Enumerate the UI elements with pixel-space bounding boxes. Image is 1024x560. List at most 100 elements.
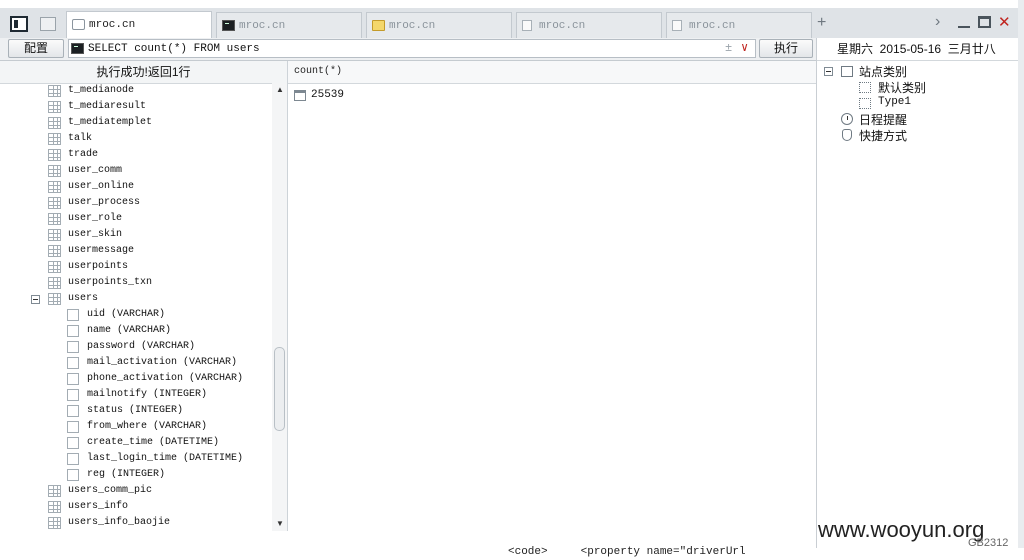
table-item[interactable]: user_online	[0, 179, 272, 195]
table-item[interactable]: user_process	[0, 195, 272, 211]
app-window: mroc.cn mroc.cn mroc.cn mroc.cn mroc.cn …	[0, 0, 1020, 550]
document-icon	[522, 20, 532, 31]
table-icon	[48, 85, 61, 97]
column-item[interactable]: from_where (VARCHAR)	[0, 419, 272, 435]
tab-4[interactable]: mroc.cn	[516, 12, 662, 38]
table-item[interactable]: user_role	[0, 211, 272, 227]
maximize-button[interactable]	[978, 16, 991, 28]
table-item[interactable]: trade	[0, 147, 272, 163]
shortcuts-node[interactable]: 快捷方式	[859, 127, 907, 144]
tree-scrollbar[interactable]: ▲ ▼	[272, 83, 287, 531]
schema-tree: t_medianode t_mediaresult t_mediatempletta…	[0, 83, 272, 531]
scrollbar-thumb[interactable]	[274, 347, 285, 431]
minimize-button[interactable]	[958, 18, 970, 28]
close-button[interactable]: ✕	[998, 13, 1011, 31]
table-item[interactable]: userpoints_txn	[0, 275, 272, 291]
tree-item-label: uid (VARCHAR)	[87, 309, 166, 320]
sql-input[interactable]: SELECT count(*) FROM users ± ∨	[68, 39, 756, 58]
column-header-label: count(*)	[294, 66, 343, 77]
column-item[interactable]: mailnotify (INTEGER)	[0, 387, 272, 403]
new-tab-button[interactable]: +	[817, 14, 826, 32]
tree-item-label: usermessage	[68, 245, 135, 256]
chevron-right-icon[interactable]: ›	[935, 13, 940, 31]
tree-item-label: users_info	[68, 501, 129, 512]
sidebar-toggle-icon[interactable]	[10, 16, 28, 32]
watermark: www.wooyun.org	[818, 517, 985, 542]
table-item[interactable]: user_skin	[0, 227, 272, 243]
tree-item-label: name (VARCHAR)	[87, 325, 172, 336]
table-icon	[48, 245, 61, 257]
result-value: 25539	[311, 89, 345, 101]
table-item[interactable]: t_mediaresult	[0, 99, 272, 115]
column-icon	[67, 405, 79, 417]
tree-item-label: user_role	[68, 213, 123, 224]
tree-item-label: user_comm	[68, 165, 123, 176]
panel-divider[interactable]	[287, 61, 288, 531]
config-button[interactable]: 配置	[8, 39, 64, 58]
tree-item-label: user_skin	[68, 229, 123, 240]
table-icon	[48, 501, 61, 513]
table-item[interactable]: users	[0, 291, 272, 307]
tab-label: mroc.cn	[689, 20, 736, 32]
column-icon	[67, 421, 79, 433]
table-icon	[48, 165, 61, 177]
tab-3[interactable]: mroc.cn	[366, 12, 512, 38]
tab-5[interactable]: mroc.cn	[666, 12, 812, 38]
table-icon	[48, 101, 61, 113]
table-item[interactable]: t_medianode	[0, 83, 272, 99]
table-item[interactable]: usermessage	[0, 243, 272, 259]
table-icon	[48, 133, 61, 145]
terminal-icon	[222, 20, 235, 31]
window-icon	[294, 90, 306, 101]
tab-1[interactable]: mroc.cn	[66, 11, 212, 39]
table-icon	[48, 485, 61, 497]
table-item[interactable]: users_info_baojie	[0, 515, 272, 531]
table-item[interactable]: users_comm_pic	[0, 483, 272, 499]
tree-item-label: user_process	[68, 197, 141, 208]
column-item[interactable]: mail_activation (VARCHAR)	[0, 355, 272, 371]
column-icon	[67, 437, 79, 449]
table-item[interactable]: userpoints	[0, 259, 272, 275]
tab-2[interactable]: mroc.cn	[216, 12, 362, 38]
background-window-edge	[1018, 0, 1024, 560]
table-item[interactable]: user_comm	[0, 163, 272, 179]
category-icon	[859, 82, 871, 93]
column-item[interactable]: create_time (DATETIME)	[0, 435, 272, 451]
column-item[interactable]: name (VARCHAR)	[0, 323, 272, 339]
column-item[interactable]: reg (INTEGER)	[0, 467, 272, 483]
collapse-icon[interactable]	[31, 295, 40, 304]
table-item[interactable]: talk	[0, 131, 272, 147]
sql-text: SELECT count(*) FROM users	[88, 43, 260, 55]
scroll-up-icon[interactable]: ▲	[276, 85, 284, 94]
table-item[interactable]: t_mediatemplet	[0, 115, 272, 131]
category-icon	[859, 98, 871, 109]
tree-item-label: user_online	[68, 181, 135, 192]
column-item[interactable]: last_login_time (DATETIME)	[0, 451, 272, 467]
tree-item-label: create_time (DATETIME)	[87, 437, 220, 448]
chevron-down-icon[interactable]: ∨	[741, 40, 748, 55]
column-item[interactable]: password (VARCHAR)	[0, 339, 272, 355]
category-icon	[841, 66, 853, 77]
scroll-down-icon[interactable]: ▼	[276, 519, 284, 528]
column-item[interactable]: status (INTEGER)	[0, 403, 272, 419]
grid-icon[interactable]	[40, 17, 56, 31]
tree-item-label: password (VARCHAR)	[87, 341, 196, 352]
schedule-node[interactable]: 日程提醒	[859, 111, 907, 128]
table-icon	[48, 197, 61, 209]
tree-item-label: t_mediatemplet	[68, 117, 153, 128]
sites-node[interactable]: 站点类别	[859, 63, 907, 80]
collapse-icon[interactable]	[824, 67, 833, 76]
tree-item-label: trade	[68, 149, 99, 160]
table-icon	[48, 261, 61, 273]
column-item[interactable]: phone_activation (VARCHAR)	[0, 371, 272, 387]
default-category-node[interactable]: 默认类别	[878, 79, 926, 96]
tree-item-label: userpoints	[68, 261, 129, 272]
column-item[interactable]: uid (VARCHAR)	[0, 307, 272, 323]
result-column-header[interactable]: count(*)	[288, 61, 816, 84]
column-icon	[67, 309, 79, 321]
type1-node[interactable]: Type1	[878, 96, 911, 108]
plus-minus-icon[interactable]: ±	[725, 41, 732, 55]
execute-button[interactable]: 执行	[759, 39, 813, 58]
table-item[interactable]: users_info	[0, 499, 272, 515]
tree-item-label: t_mediaresult	[68, 101, 147, 112]
